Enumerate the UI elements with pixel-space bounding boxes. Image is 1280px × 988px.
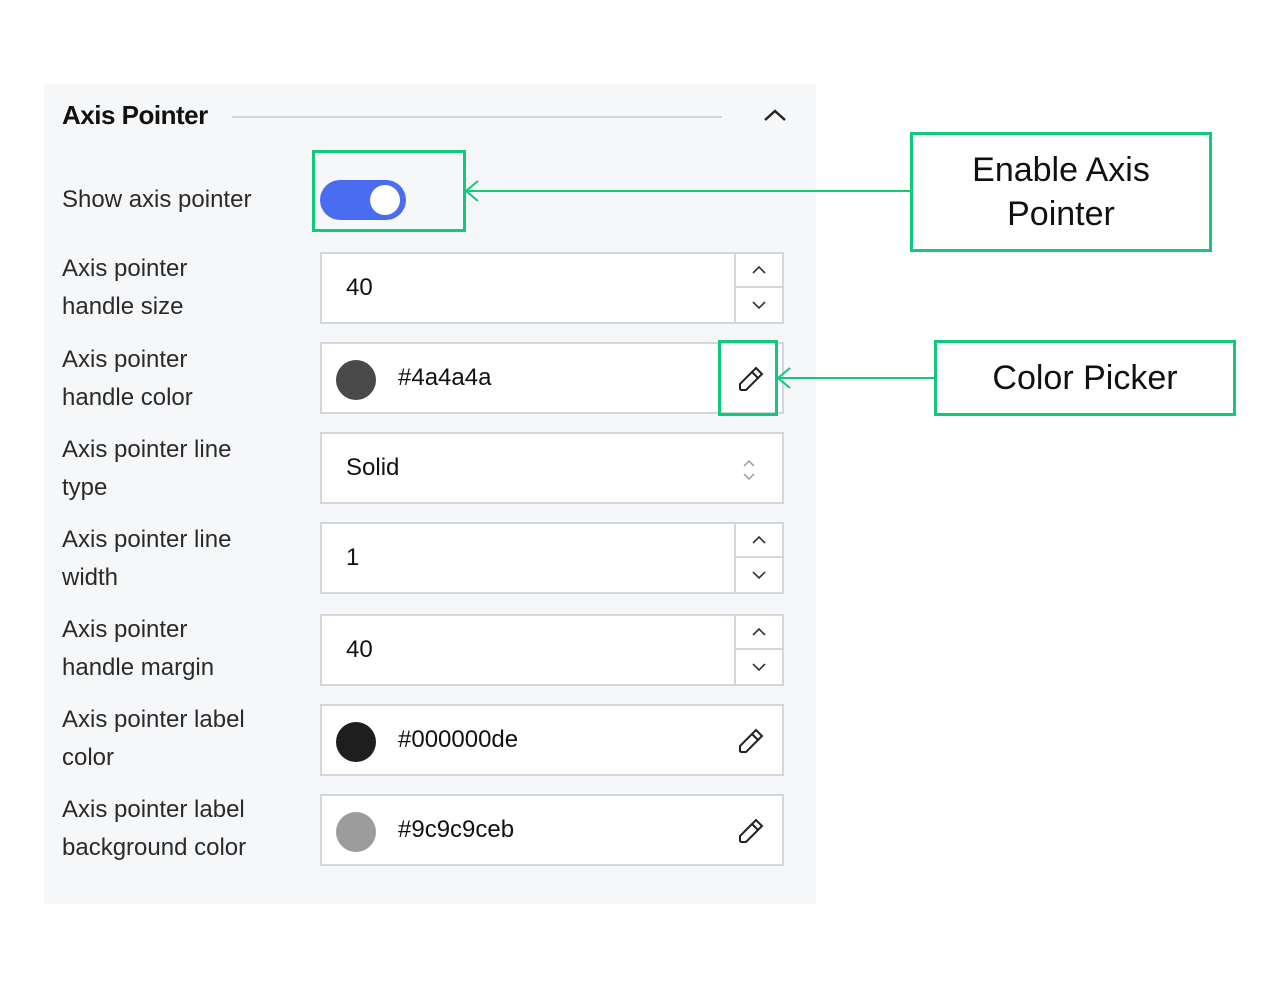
- arrow-color-picker: [776, 367, 936, 389]
- callout-color-picker: Color Picker: [934, 340, 1236, 416]
- arrow-enable-axis-pointer: [464, 180, 912, 202]
- callout-enable-axis-pointer: Enable Axis Pointer: [910, 132, 1212, 252]
